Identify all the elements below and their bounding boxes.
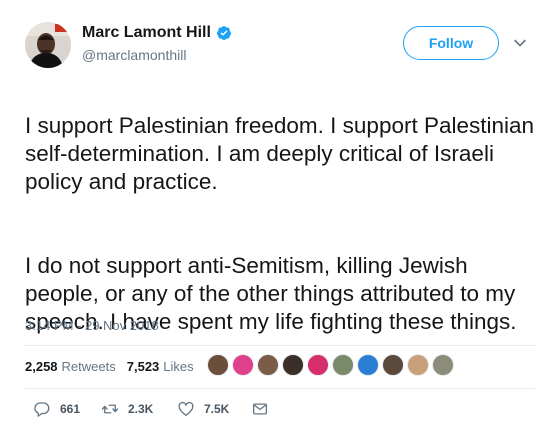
liker-avatar[interactable] [232,354,254,376]
timestamp[interactable]: 3:14 PM - 29 Nov 2018 [25,318,159,333]
retweet-icon [101,404,119,414]
retweet-button[interactable]: 2.3K [101,400,177,418]
retweet-count: 2.3K [128,402,154,416]
chevron-down-icon[interactable] [512,35,528,51]
retweets-label[interactable]: Retweets [62,359,116,374]
engagement-stats: 2,258 Retweets 7,523 Likes [25,359,205,374]
divider [25,388,535,389]
display-name[interactable]: Marc Lamont Hill [82,24,211,42]
divider [25,345,535,346]
liker-avatar[interactable] [407,354,429,376]
follow-button[interactable]: Follow [403,26,499,60]
like-button[interactable]: 7.5K [177,400,251,418]
like-count: 7.5K [204,402,230,416]
heart-icon [178,401,194,417]
avatar-image [25,22,71,68]
retweets-count[interactable]: 2,258 [25,359,58,374]
liker-avatar[interactable] [257,354,279,376]
verified-badge-icon [216,26,231,40]
avatar[interactable] [25,22,71,68]
liker-avatars[interactable] [207,354,457,376]
liker-avatar[interactable] [382,354,404,376]
liker-avatar[interactable] [282,354,304,376]
tweet-actions: 661 2.3K 7.5K [33,400,269,418]
reply-count: 661 [60,402,81,416]
liker-avatar[interactable] [207,354,229,376]
liker-avatar[interactable] [307,354,329,376]
likes-count[interactable]: 7,523 [127,359,160,374]
user-handle[interactable]: @marclamonthill [82,47,186,63]
reply-icon [34,402,50,417]
liker-avatar[interactable] [357,354,379,376]
reply-button[interactable]: 661 [33,400,101,418]
name-row: Marc Lamont Hill [82,24,232,42]
liker-avatar[interactable] [332,354,354,376]
tweet-paragraph: I support Palestinian freedom. I support… [25,113,535,194]
tweet-card: Marc Lamont Hill @marclamonthill Follow … [0,0,560,448]
direct-message-button[interactable] [251,400,269,418]
liker-avatar[interactable] [432,354,454,376]
likes-label[interactable]: Likes [163,359,193,374]
envelope-icon [252,403,268,415]
